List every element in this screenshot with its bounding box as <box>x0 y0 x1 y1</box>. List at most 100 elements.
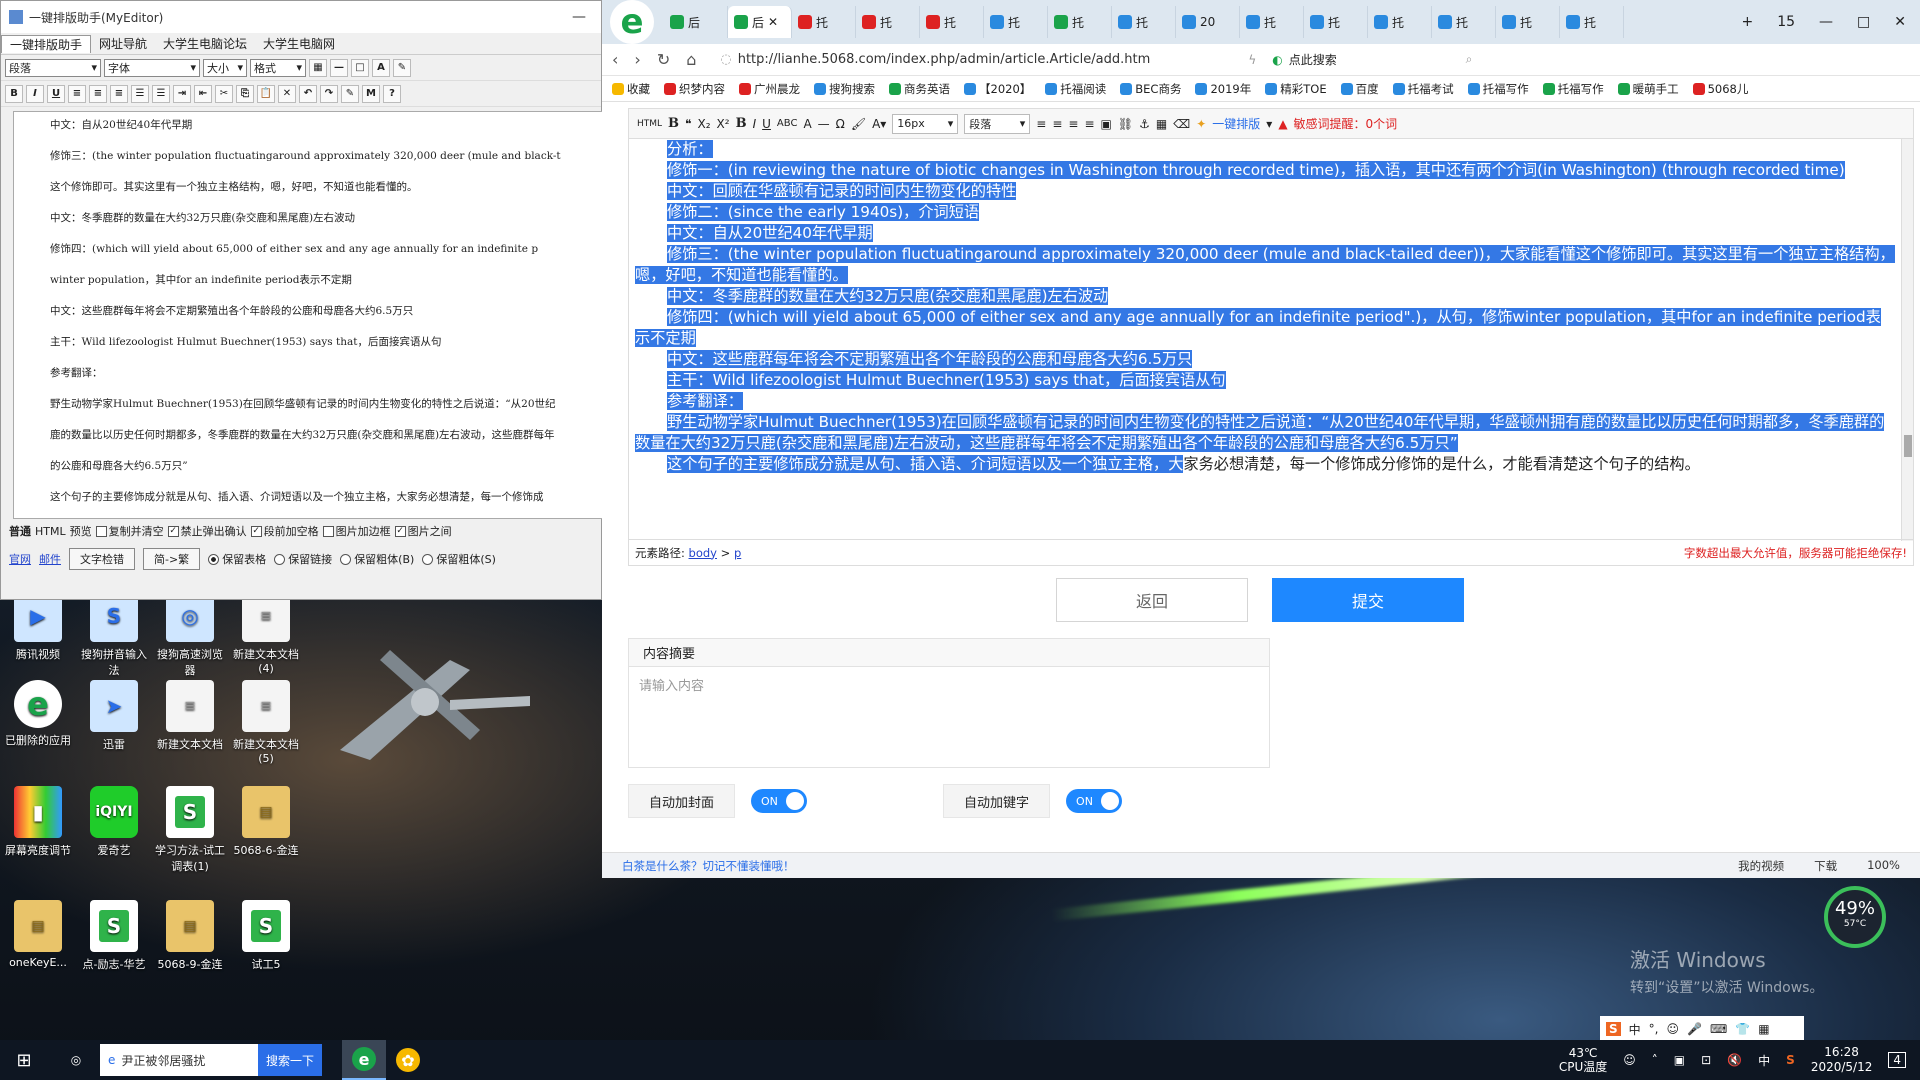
bookmark-item[interactable]: BEC商务 <box>1120 81 1181 97</box>
taskbar-search-button[interactable]: 搜索一下 <box>257 1044 322 1076</box>
format-brush-icon[interactable]: 🖌 <box>851 117 866 131</box>
align-center-icon[interactable]: ≡ <box>1052 117 1062 131</box>
toggle-switch[interactable]: ON <box>751 789 808 813</box>
radio-button[interactable] <box>274 553 286 565</box>
bookmark-item[interactable]: 织梦内容 <box>664 81 725 97</box>
ime-toolbar[interactable]: S 中 °, ☺ 🎤 ⌨ 👕 ▦ <box>1600 1016 1804 1042</box>
horizontal-rule-icon[interactable]: — <box>818 117 830 131</box>
align-left-icon[interactable]: ≡ <box>68 84 86 103</box>
editor-tab[interactable]: 普通 <box>9 523 31 539</box>
anchor-icon[interactable]: ⚓ <box>1139 117 1150 131</box>
edit-icon[interactable]: ✎ <box>341 84 359 103</box>
desktop-icon[interactable]: ▤ 5068-9-金连 <box>152 900 228 972</box>
editor-tab[interactable]: HTML <box>35 525 66 538</box>
table-icon[interactable]: ▦ <box>309 58 327 77</box>
myeditor-text-area[interactable]: 中文：自从20世纪40年代早期 修饰三：(the winter populatio… <box>13 111 603 519</box>
desktop-icon[interactable]: ◎ 搜狗高速浏览器 <box>152 590 228 678</box>
radio-button[interactable] <box>208 553 220 565</box>
option-checkbox[interactable]: 复制并清空 <box>95 523 164 539</box>
menu-item[interactable]: 大学生电脑论坛 <box>155 35 255 52</box>
italic-icon[interactable]: I <box>26 84 44 103</box>
toolbox-icon[interactable]: ▦ <box>1758 1022 1769 1036</box>
clock[interactable]: 16:28 2020/5/12 <box>1811 1045 1873 1075</box>
punctuation-icon[interactable]: °, <box>1649 1022 1659 1036</box>
bookmark-item[interactable]: 商务英语 <box>889 81 950 97</box>
search-icon[interactable]: ⌕ <box>1466 52 1473 67</box>
menu-item[interactable]: 大学生电脑网 <box>255 35 343 52</box>
bookmark-item[interactable]: 托福阅读 <box>1045 81 1106 97</box>
browser-tab[interactable]: 托 <box>984 6 1048 38</box>
email-link[interactable]: 邮件 <box>39 551 61 567</box>
browser-tab[interactable]: 后 <box>664 6 728 38</box>
cpu-usage-widget[interactable]: 49% 57°C <box>1824 886 1886 948</box>
radio-button[interactable] <box>422 553 434 565</box>
bold-icon[interactable]: B <box>5 84 23 103</box>
browser-search-box[interactable]: ◐ 点此搜索 ⌕ <box>1272 48 1472 72</box>
tray-chevron-icon[interactable]: ˄ <box>1652 1053 1658 1067</box>
back-icon[interactable]: ‹ <box>612 50 618 69</box>
option-radio[interactable]: 保留粗体(B) <box>340 551 414 567</box>
option-checkbox[interactable]: 图片加边框 <box>322 523 391 539</box>
font-color-icon[interactable]: A <box>372 58 390 77</box>
desktop-icon[interactable]: S 试工5 <box>228 900 304 972</box>
mic-icon[interactable]: 🎤 <box>1687 1022 1702 1036</box>
bookmark-item[interactable]: 暖萌手工 <box>1617 81 1679 97</box>
home-icon[interactable]: ⌂ <box>686 50 696 69</box>
taskbar-browser[interactable]: e <box>342 1040 386 1080</box>
desktop-icon[interactable]: ≡ 新建文本文档 <box>152 680 228 752</box>
editor-tab[interactable]: 预览 <box>70 523 92 539</box>
submit-button[interactable]: 提交 <box>1272 578 1464 622</box>
start-button[interactable]: ⊞ <box>0 1050 48 1071</box>
desktop-icon[interactable]: ▤ 5068-6-金连 <box>228 786 304 858</box>
bookmark-item[interactable]: 托福考试 <box>1392 81 1454 97</box>
browser-tab[interactable]: 托 <box>1240 6 1304 38</box>
option-radio[interactable]: 保留表格 <box>208 551 266 567</box>
close-icon[interactable]: ✕ <box>1894 14 1906 30</box>
option-radio[interactable]: 保留链接 <box>274 551 332 567</box>
desktop-icon[interactable]: ➤ 迅雷 <box>76 680 152 752</box>
minimize-icon[interactable]: — <box>557 9 601 25</box>
underline-icon[interactable]: U <box>47 84 65 103</box>
bookmark-item[interactable]: 2019年 <box>1195 81 1251 97</box>
delete-icon[interactable]: ✕ <box>278 84 296 103</box>
sogou-ime-icon[interactable]: S <box>1606 1022 1621 1036</box>
editor-content[interactable]: 分析： 修饰一：(in reviewing the nature of bioti… <box>629 139 1901 541</box>
skin-icon[interactable]: 👕 <box>1735 1022 1750 1036</box>
option-checkbox[interactable]: ✓ 图片之间 <box>394 523 452 539</box>
justify-icon[interactable]: ≡ <box>1084 117 1094 131</box>
browser-logo-icon[interactable]: e <box>610 0 654 44</box>
path-body-link[interactable]: body <box>689 546 717 560</box>
tray-app-icon[interactable]: ▣ <box>1674 1053 1685 1067</box>
help-icon[interactable]: ? <box>383 84 401 103</box>
checkbox[interactable] <box>322 525 334 537</box>
browser-tab[interactable]: 托 <box>792 6 856 38</box>
superscript-icon[interactable]: X² <box>717 117 730 131</box>
minimize-icon[interactable]: — <box>1819 14 1833 30</box>
font-size-select[interactable]: 16px ▾ <box>892 113 959 134</box>
cpu-temperature[interactable]: 43℃ CPU温度 <box>1559 1046 1607 1074</box>
bookmark-item[interactable]: 5068儿 <box>1692 81 1748 97</box>
path-p-link[interactable]: p <box>734 546 741 560</box>
desktop-icon[interactable]: S 学习方法-试工调表(1) <box>152 786 228 874</box>
myeditor-titlebar[interactable]: 一键排版助手(MyEditor) — <box>1 1 601 33</box>
bookmark-item[interactable]: 精彩TOE <box>1265 81 1327 97</box>
browser-tab[interactable]: 20 <box>1176 6 1240 38</box>
ime-mode[interactable]: 中 <box>1629 1021 1641 1038</box>
box-icon[interactable]: □ <box>351 58 369 77</box>
paragraph-format-select[interactable]: 段落 ▾ <box>964 113 1031 134</box>
font-border-icon[interactable]: A <box>803 117 811 131</box>
bookmark-item[interactable]: 托福写作 <box>1467 81 1529 97</box>
people-icon[interactable]: ☺ <box>1623 1053 1636 1067</box>
status-ad-link[interactable]: 白茶是什么茶？切记不懂装懂哦！ <box>622 858 795 874</box>
dropdown-icon[interactable]: ▾ <box>1266 117 1272 131</box>
browser-tab[interactable]: 托 <box>1368 6 1432 38</box>
bookmark-item[interactable]: 搜狗搜索 <box>814 81 875 97</box>
bold-icon[interactable]: B <box>736 116 747 131</box>
html-source-icon[interactable]: HTML <box>637 119 662 129</box>
browser-tab[interactable]: 托 <box>1560 6 1624 38</box>
lightning-icon[interactable]: ϟ <box>1248 53 1256 67</box>
strikethrough-icon[interactable]: ABC <box>777 118 798 129</box>
subscript-icon[interactable]: X₂ <box>698 117 711 131</box>
forward-icon[interactable]: › <box>634 50 640 69</box>
bookmark-item[interactable]: 百度 <box>1340 81 1379 97</box>
